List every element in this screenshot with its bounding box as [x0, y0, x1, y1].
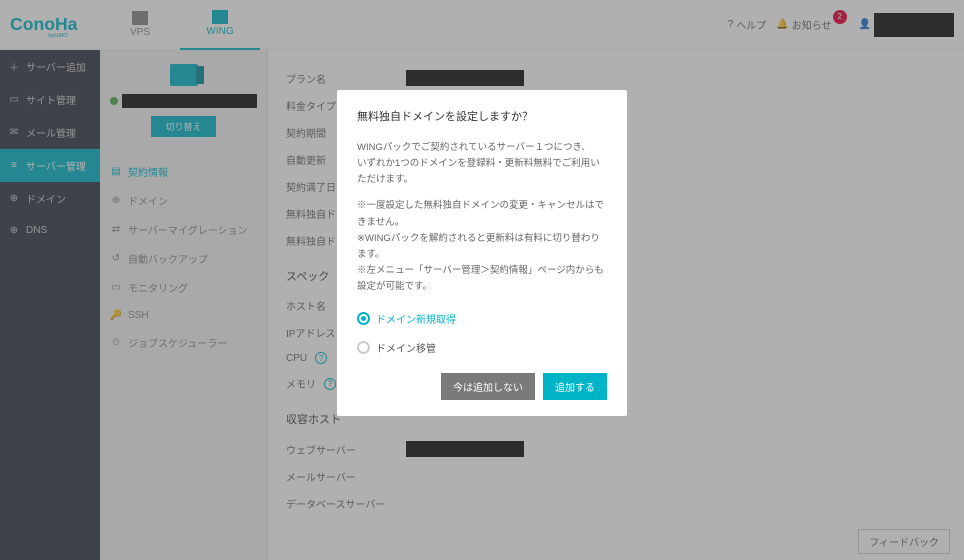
domain-modal: 無料独自ドメインを設定しますか？ WINGパックでご契約されているサーバー１つに… [337, 90, 627, 416]
modal-note: ※一度設定した無料独自ドメインの変更・キャンセルはできません。 [357, 198, 607, 230]
modal-buttons: 今は追加しない 追加する [357, 373, 607, 400]
radio-icon [357, 312, 370, 325]
cancel-button[interactable]: 今は追加しない [441, 373, 535, 400]
radio-transfer-domain[interactable]: ドメイン移管 [357, 340, 607, 355]
modal-body: WINGパックでご契約されているサーバー１つにつき、 いずれか1つのドメインを登… [357, 140, 607, 188]
radio-label: ドメイン新規取得 [376, 311, 456, 326]
modal-title: 無料独自ドメインを設定しますか？ [357, 108, 607, 124]
modal-notes: ※一度設定した無料独自ドメインの変更・キャンセルはできません。 ※WINGパック… [357, 198, 607, 295]
radio-label: ドメイン移管 [376, 340, 436, 355]
modal-text: WINGパックでご契約されているサーバー１つにつき、 [357, 140, 607, 156]
radio-icon [357, 341, 370, 354]
modal-text: いずれか1つのドメインを登録料・更新料無料でご利用いただけます。 [357, 156, 607, 188]
modal-radios: ドメイン新規取得 ドメイン移管 [357, 311, 607, 355]
modal-overlay[interactable]: 無料独自ドメインを設定しますか？ WINGパックでご契約されているサーバー１つに… [0, 0, 964, 560]
modal-note: ※WINGパックを解約されると更新料は有料に切り替わります。 [357, 231, 607, 263]
confirm-button[interactable]: 追加する [543, 373, 607, 400]
radio-new-domain[interactable]: ドメイン新規取得 [357, 311, 607, 326]
modal-note: ※左メニュー「サーバー管理＞契約情報」ページ内からも設定が可能です。 [357, 263, 607, 295]
